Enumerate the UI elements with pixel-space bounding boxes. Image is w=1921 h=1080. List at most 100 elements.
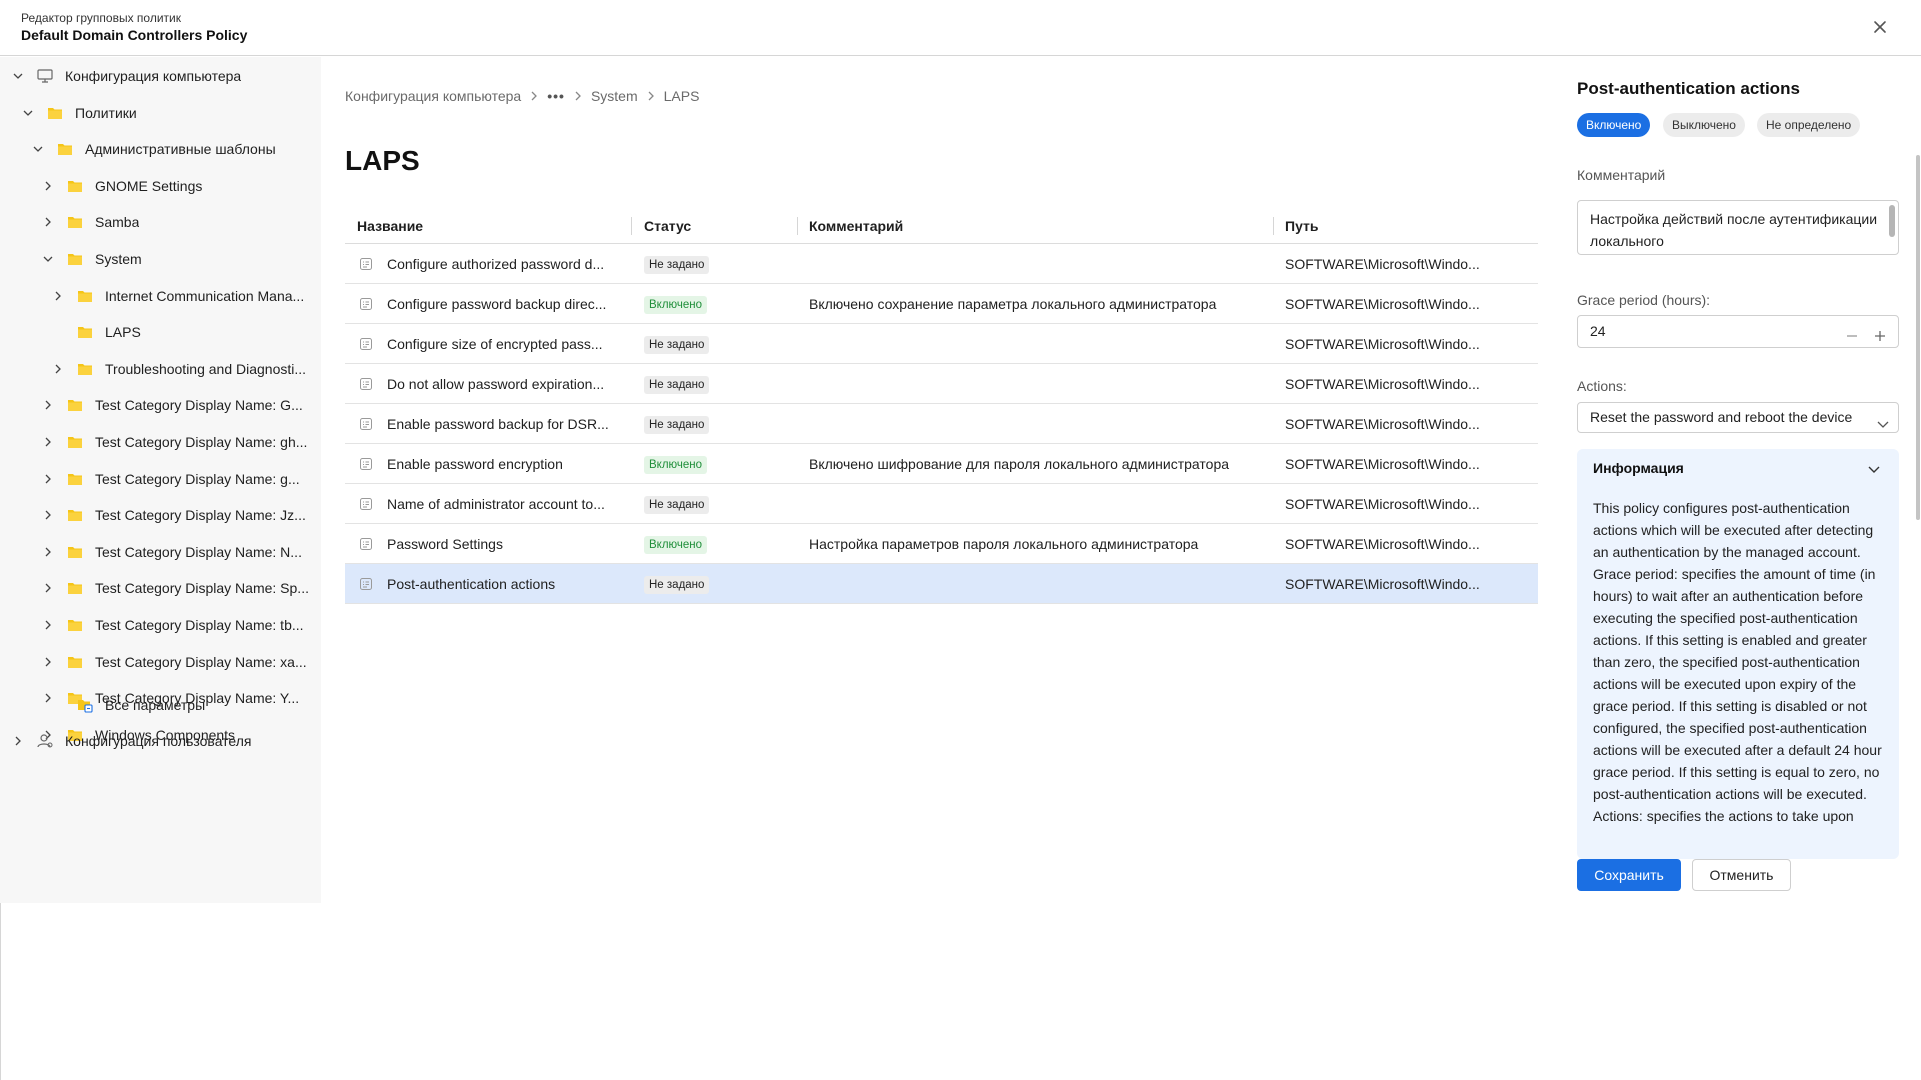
- column-header-status[interactable]: Статус: [644, 208, 691, 244]
- state-not-configured-button[interactable]: Не определено: [1757, 113, 1861, 137]
- tree-item-label: Административные шаблоны: [85, 141, 276, 158]
- breadcrumb-root[interactable]: Конфигурация компьютера: [345, 88, 521, 104]
- dialog-subtitle: Редактор групповых политик: [21, 11, 181, 25]
- table-row[interactable]: Do not allow password expiration... Не за…: [345, 364, 1538, 404]
- tree-item[interactable]: Конфигурация пользователя: [10, 723, 252, 759]
- state-enabled-button[interactable]: Включено: [1577, 113, 1651, 137]
- column-header-path[interactable]: Путь: [1285, 208, 1318, 244]
- row-name: Configure authorized password d...: [387, 256, 605, 272]
- info-description: This policy configures post-authenticati…: [1593, 500, 1882, 824]
- page-title: LAPS: [345, 145, 420, 176]
- row-comment: [809, 484, 1269, 524]
- actions-label: Actions:: [1577, 378, 1627, 394]
- column-header-name[interactable]: Название: [357, 208, 423, 244]
- policy-setting-icon: [359, 457, 373, 471]
- status-badge: Не задано: [644, 576, 710, 595]
- tree-item[interactable]: System: [40, 241, 142, 277]
- chevron-down-icon[interactable]: [10, 68, 26, 84]
- chevron-right-icon[interactable]: [40, 214, 56, 230]
- chevron-right-icon[interactable]: [10, 733, 26, 749]
- actions-select[interactable]: Reset the password and reboot the device: [1577, 402, 1899, 433]
- column-divider[interactable]: [797, 217, 798, 235]
- table-row[interactable]: Configure size of encrypted pass... Не за…: [345, 324, 1538, 364]
- tree-item[interactable]: Все параметры: [50, 687, 205, 723]
- grace-period-input[interactable]: 24: [1577, 315, 1899, 348]
- chevron-right-icon[interactable]: [40, 471, 56, 487]
- state-disabled-button[interactable]: Выключено: [1663, 113, 1745, 137]
- tree-item[interactable]: Test Category Display Name: Sp...: [40, 570, 309, 606]
- table-row[interactable]: Name of administrator account to... Не за…: [345, 484, 1538, 524]
- row-path: SOFTWARE\Microsoft\Windo...: [1285, 296, 1480, 312]
- row-path: SOFTWARE\Microsoft\Windo...: [1285, 416, 1480, 432]
- chevron-right-icon[interactable]: [40, 544, 56, 560]
- chevron-down-icon[interactable]: [1867, 463, 1881, 475]
- chevron-right-icon[interactable]: [40, 580, 56, 596]
- tree-item[interactable]: Test Category Display Name: xa...: [40, 644, 307, 680]
- folder-icon: [46, 105, 64, 121]
- row-path: SOFTWARE\Microsoft\Windo...: [1285, 376, 1480, 392]
- table-row[interactable]: Enable password encryption Включено Включе…: [345, 444, 1538, 484]
- cancel-button[interactable]: Отменить: [1692, 859, 1791, 891]
- policy-setting-icon: [359, 257, 373, 271]
- folder-icon: [66, 214, 84, 230]
- tree-item[interactable]: Политики: [20, 95, 137, 131]
- comment-label: Комментарий: [1577, 167, 1666, 183]
- grace-period-label: Grace period (hours):: [1577, 292, 1711, 308]
- column-divider[interactable]: [1273, 217, 1274, 235]
- chevron-down-icon[interactable]: [30, 141, 46, 157]
- row-status: Включено: [644, 444, 794, 484]
- tree-item-label: Test Category Display Name: g...: [95, 470, 300, 487]
- status-badge: Не задано: [644, 496, 710, 515]
- column-header-comment[interactable]: Комментарий: [809, 208, 903, 244]
- table-row[interactable]: Configure authorized password d... Не зад…: [345, 244, 1538, 284]
- tree-item[interactable]: Test Category Display Name: g...: [40, 461, 300, 497]
- row-status: Не задано: [644, 404, 794, 444]
- chevron-right-icon[interactable]: [40, 397, 56, 413]
- chevron-right-icon[interactable]: [40, 617, 56, 633]
- chevron-right-icon: [573, 90, 583, 102]
- breadcrumb-more[interactable]: •••: [547, 88, 565, 104]
- tree-item[interactable]: Конфигурация компьютера: [10, 58, 241, 94]
- chevron-down-icon[interactable]: [20, 105, 36, 121]
- tree-item[interactable]: Test Category Display Name: N...: [40, 534, 302, 570]
- tree-item[interactable]: Test Category Display Name: gh...: [40, 424, 307, 460]
- chevron-right-icon[interactable]: [40, 434, 56, 450]
- tree-item[interactable]: Internet Communication Mana...: [50, 278, 304, 314]
- chevron-right-icon[interactable]: [40, 654, 56, 670]
- divider: [0, 903, 1, 1080]
- chevron-down-icon[interactable]: [40, 251, 56, 267]
- panel-scrollbar[interactable]: [1916, 155, 1920, 520]
- status-badge: Не задано: [644, 416, 710, 435]
- chevron-down-icon: [1876, 412, 1890, 428]
- close-icon[interactable]: [1869, 16, 1891, 38]
- chevron-right-icon: [646, 90, 656, 102]
- textarea-scrollbar[interactable]: [1889, 205, 1895, 237]
- table-row[interactable]: Post-authentication actions Не задано SOFT…: [345, 564, 1538, 604]
- tree-item[interactable]: Test Category Display Name: Jz...: [40, 497, 306, 533]
- column-divider[interactable]: [631, 217, 632, 235]
- table-row[interactable]: Password Settings Включено Настройка парам…: [345, 524, 1538, 564]
- tree-item-label: Test Category Display Name: gh...: [95, 434, 308, 450]
- tree-item-label: Test Category Display Name: N...: [95, 543, 302, 560]
- tree-item-label: GNOME Settings: [95, 177, 203, 194]
- breadcrumb-item-system[interactable]: System: [591, 88, 638, 104]
- table-row[interactable]: Enable password backup for DSR... Не зада…: [345, 404, 1538, 444]
- chevron-right-icon[interactable]: [40, 507, 56, 523]
- plus-icon[interactable]: [1872, 324, 1888, 341]
- save-button[interactable]: Сохранить: [1577, 859, 1681, 891]
- tree-item-label: LAPS: [105, 324, 141, 341]
- minus-icon[interactable]: [1844, 324, 1860, 340]
- tree-item[interactable]: Test Category Display Name: G...: [40, 387, 303, 423]
- tree-item[interactable]: LAPS: [50, 314, 141, 350]
- comment-textarea[interactable]: Настройка действий после аутентификации …: [1577, 200, 1899, 255]
- tree-item[interactable]: Troubleshooting and Diagnosti...: [50, 351, 306, 387]
- chevron-right-icon[interactable]: [50, 361, 66, 377]
- tree-item[interactable]: Административные шаблоны: [30, 131, 276, 167]
- chevron-right-icon[interactable]: [40, 178, 56, 194]
- table-row[interactable]: Configure password backup direc... Включе…: [345, 284, 1538, 324]
- tree-item[interactable]: GNOME Settings: [40, 168, 202, 204]
- chevron-right-icon[interactable]: [50, 288, 66, 304]
- tree-item[interactable]: Samba: [40, 204, 139, 240]
- tree-item[interactable]: Test Category Display Name: tb...: [40, 607, 304, 643]
- folder-icon: [66, 617, 84, 633]
